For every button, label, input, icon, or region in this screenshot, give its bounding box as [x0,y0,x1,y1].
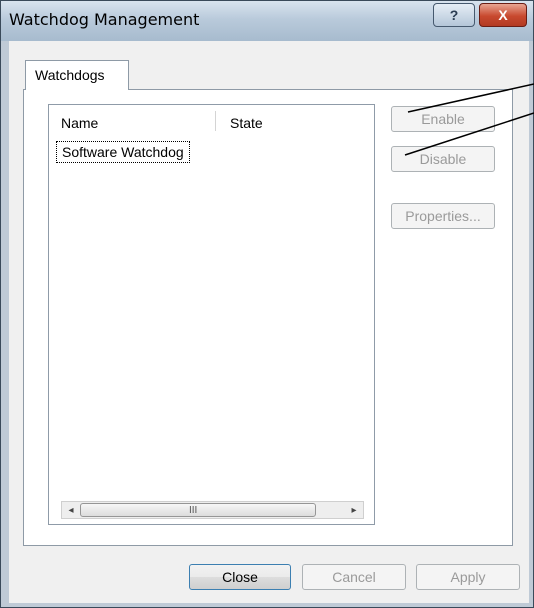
column-divider[interactable] [215,111,216,131]
scroll-left-icon[interactable]: ◂ [62,502,80,518]
close-window-button[interactable]: X [479,3,527,27]
close-button[interactable]: Close [189,564,291,590]
watchdog-list[interactable]: Name State Software Watchdog ◂ III ▸ [48,104,375,525]
enable-button-label: Enable [421,111,465,127]
horizontal-scrollbar[interactable]: ◂ III ▸ [61,501,364,519]
tab-watchdogs[interactable]: Watchdogs [25,60,129,90]
title-bar[interactable]: Watchdog Management ? X [1,1,533,41]
disable-button-label: Disable [419,151,467,167]
cancel-button-label: Cancel [332,569,376,585]
properties-button-label: Properties... [405,208,481,224]
scroll-right-icon[interactable]: ▸ [345,502,363,518]
apply-button-label: Apply [450,569,486,585]
disable-button[interactable]: Disable [391,146,495,172]
help-button[interactable]: ? [433,3,475,27]
cancel-button[interactable]: Cancel [302,564,406,590]
list-item[interactable]: Software Watchdog [56,141,190,163]
enable-button[interactable]: Enable [391,106,495,132]
column-header-name[interactable]: Name [61,115,98,131]
scroll-thumb[interactable]: III [80,503,316,517]
tab-watchdogs-label: Watchdogs [35,67,105,83]
properties-button[interactable]: Properties... [391,203,495,229]
column-header-state[interactable]: State [230,115,263,131]
apply-button[interactable]: Apply [416,564,520,590]
close-button-label: Close [222,569,258,585]
window-title: Watchdog Management [9,10,200,29]
scroll-grip-icon: III [189,505,198,516]
